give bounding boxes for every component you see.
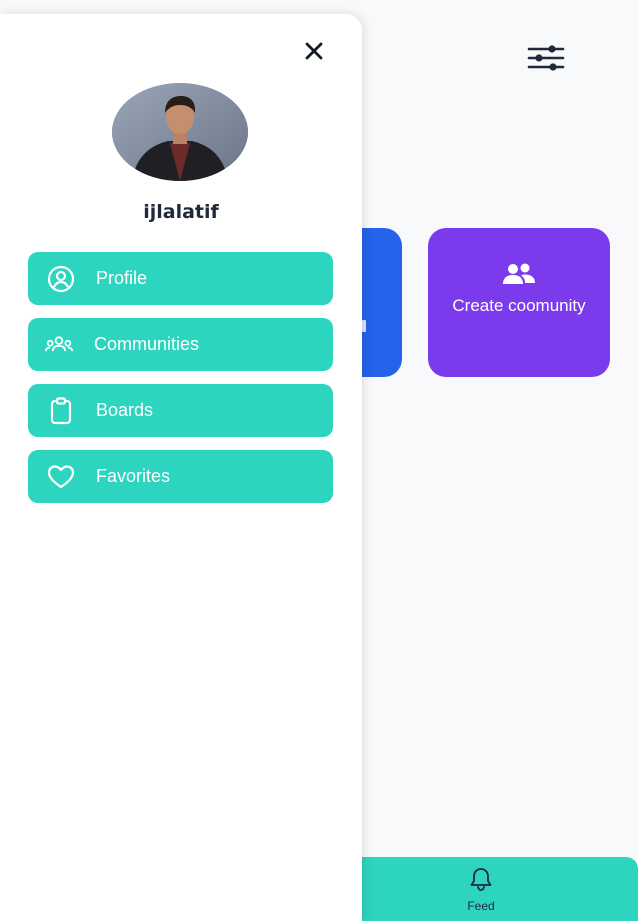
users-group-icon (42, 328, 76, 362)
heart-icon (44, 460, 78, 494)
clipboard-icon (44, 394, 78, 428)
create-community-label: Create coomunity (452, 296, 586, 315)
profile-photo (112, 83, 248, 181)
menu-item-label: Profile (96, 268, 148, 288)
avatar[interactable] (112, 83, 248, 181)
create-community-card[interactable]: Create coomunity (428, 228, 610, 377)
close-drawer-button[interactable] (298, 36, 330, 66)
user-circle-icon (44, 262, 78, 296)
bell-icon (470, 868, 492, 891)
menu-item-favorites[interactable]: Favorites (28, 450, 333, 503)
menu-item-label: Boards (96, 400, 154, 420)
card-icon-fragment (362, 320, 366, 332)
app-screen: Create coomunity Feed ijlalatif Profile … (0, 0, 638, 921)
nav-feed[interactable]: Feed (456, 865, 506, 917)
menu-item-boards[interactable]: Boards (28, 384, 333, 437)
filter-button[interactable] (524, 40, 568, 76)
users-icon (503, 263, 535, 284)
close-icon (305, 42, 323, 60)
side-drawer: ijlalatif Profile Communities Boards Fav… (0, 14, 362, 921)
menu-item-profile[interactable]: Profile (28, 252, 333, 305)
username: ijlalatif (143, 201, 219, 223)
menu-item-label: Communities (94, 334, 200, 354)
sliders-icon (527, 45, 565, 71)
drawer-menu: Profile Communities Boards Favorites (28, 252, 333, 516)
nav-feed-label: Feed (467, 899, 495, 913)
menu-item-label: Favorites (96, 466, 171, 486)
menu-item-communities[interactable]: Communities (28, 318, 333, 371)
